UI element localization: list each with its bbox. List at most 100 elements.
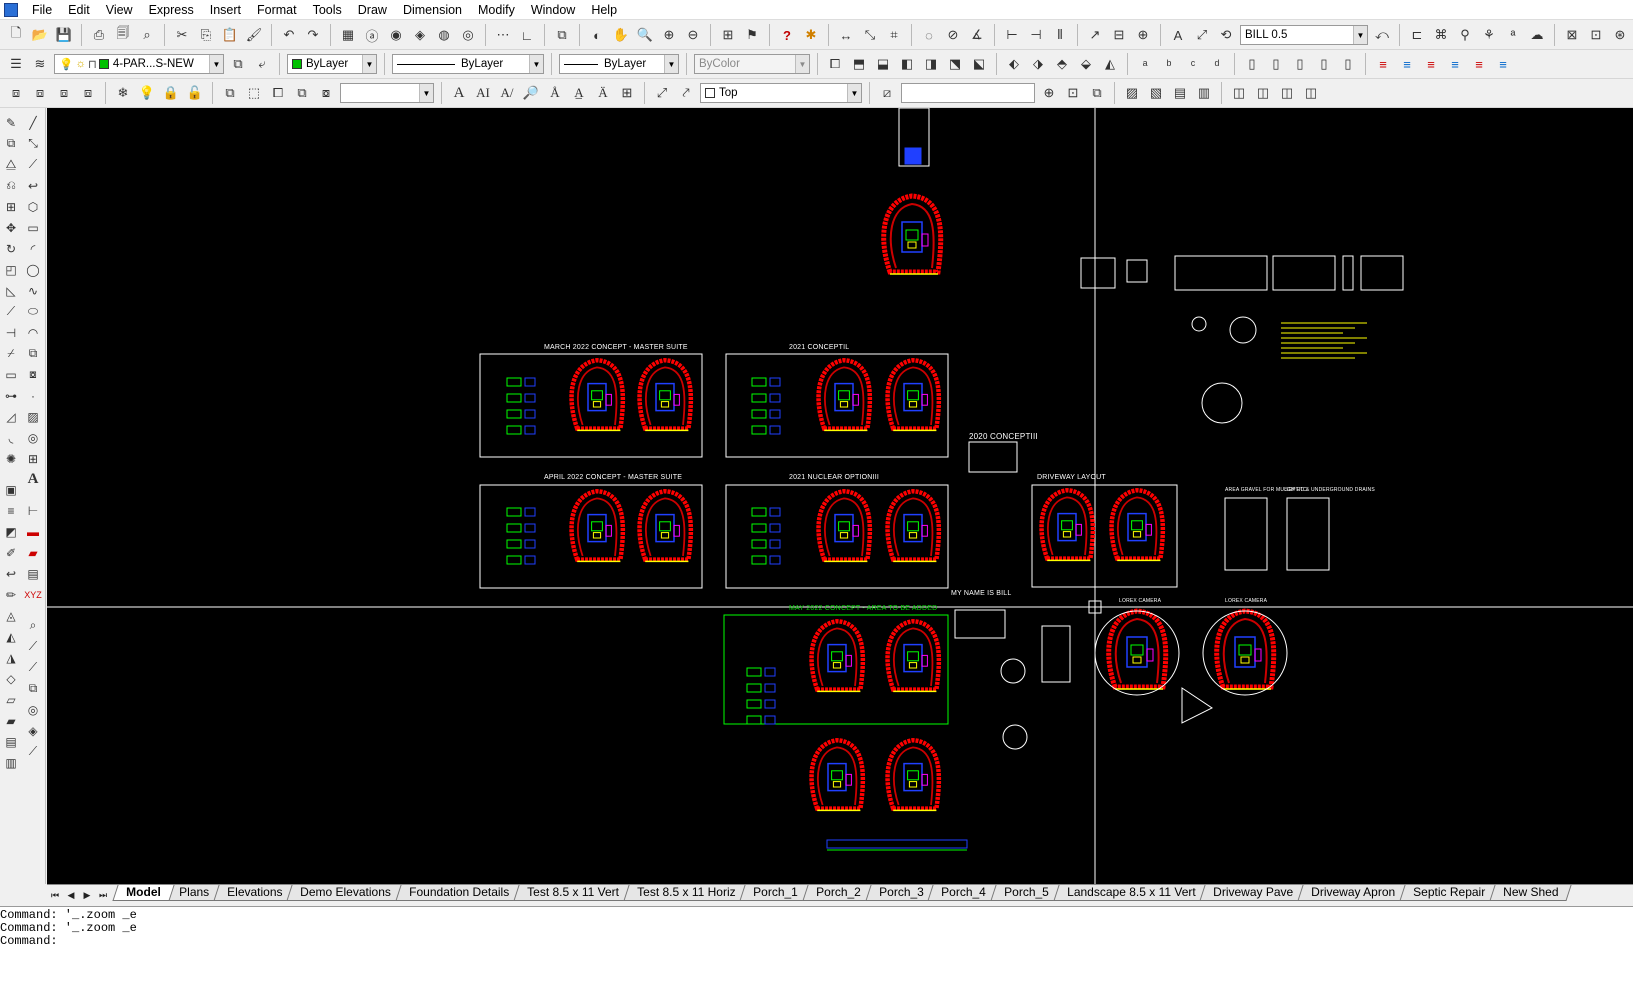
chevron-down-icon[interactable]: ▼ [529, 55, 543, 73]
viewport-4-icon[interactable]: ⧉ [291, 82, 313, 104]
express-icon[interactable]: ⊡ [1585, 24, 1607, 46]
sw-iso-icon[interactable]: ⬖ [1003, 53, 1025, 75]
realtime-pan-icon[interactable]: ✋ [610, 24, 632, 46]
layer-previous-icon[interactable]: ⤶ [251, 53, 273, 75]
ellipse-icon[interactable]: ⬭ [23, 301, 43, 322]
tab-porch-3[interactable]: Porch_3 [864, 885, 937, 901]
inquiry-7-icon[interactable]: ⟋ [23, 741, 43, 762]
menu-insert[interactable]: Insert [202, 0, 249, 20]
insert-block-icon[interactable]: ⊕ [1038, 82, 1060, 104]
extend-icon[interactable]: ⊣ [1, 322, 21, 343]
ordinate-dimension-icon[interactable]: ⌗ [883, 24, 905, 46]
region-icon[interactable]: ▧ [1145, 82, 1167, 104]
view-front-icon[interactable]: ⬔ [944, 53, 966, 75]
linear-dimension-icon[interactable]: ↔ [835, 24, 857, 46]
layout-icon[interactable]: ⊏ [1406, 24, 1428, 46]
tab-porch-2[interactable]: Porch_2 [802, 885, 875, 901]
globe-icon[interactable]: ⊛ [1609, 24, 1631, 46]
xref-icon[interactable]: ⌘ [1430, 24, 1452, 46]
viewport-2-icon[interactable]: ⬚ [243, 82, 265, 104]
last-tab-icon[interactable]: ⏭ [95, 888, 111, 902]
shapes-2-icon[interactable]: ◭ [1, 626, 21, 647]
open-file-icon[interactable]: 📂 [29, 24, 51, 46]
continue-dimension-icon[interactable]: ⊣ [1025, 24, 1047, 46]
se-iso-icon[interactable]: ⬗ [1027, 53, 1049, 75]
properties-icon[interactable]: ⓐ [361, 24, 383, 46]
tab-model[interactable]: Model [112, 885, 175, 901]
region-tool-icon[interactable]: ◎ [23, 427, 43, 448]
ellipse-arc-icon[interactable]: ◠ [23, 322, 43, 343]
tab-porch-4[interactable]: Porch_4 [927, 885, 1000, 901]
diameter-dimension-icon[interactable]: ⊘ [942, 24, 964, 46]
insert-block-tool-icon[interactable]: ⧉ [23, 343, 43, 364]
menu-edit[interactable]: Edit [60, 0, 98, 20]
render-2-icon[interactable]: ◫ [1252, 82, 1274, 104]
viewport-1-icon[interactable]: ⧉ [219, 82, 241, 104]
tab-porch-5[interactable]: Porch_5 [990, 885, 1063, 901]
break-point-icon[interactable]: ⌿ [1, 343, 21, 364]
cloud-icon[interactable]: ☁ [1526, 24, 1548, 46]
angular-dimension-icon[interactable]: ∡ [966, 24, 988, 46]
sheet-3-icon[interactable]: ▯ [1289, 53, 1311, 75]
tool-palette-icon[interactable]: ◉ [385, 24, 407, 46]
make-block-tool-icon[interactable]: ⧇ [23, 364, 43, 385]
view-right-icon[interactable]: ◨ [920, 53, 942, 75]
chevron-down-icon[interactable]: ▼ [664, 55, 678, 73]
dim-edit-icon[interactable]: A [1167, 24, 1189, 46]
draworder-3-icon[interactable]: ≡ [1420, 53, 1442, 75]
shapes-1-icon[interactable]: ◬ [1, 605, 21, 626]
shapes-7-icon[interactable]: ▤ [1, 731, 21, 752]
tab-test-horiz[interactable]: Test 8.5 x 11 Horiz [623, 885, 749, 901]
match-properties-icon[interactable]: 🖌 [243, 24, 265, 46]
dim-update-icon[interactable]: ⟲ [1215, 24, 1237, 46]
draworder-5-icon[interactable]: ≡ [1468, 53, 1490, 75]
gradient-icon[interactable]: ▤ [1169, 82, 1191, 104]
cut-icon[interactable]: ✂ [171, 24, 193, 46]
join-icon[interactable]: ⊶ [1, 385, 21, 406]
tab-landscape-vert[interactable]: Landscape 8.5 x 11 Vert [1053, 885, 1209, 901]
render-3-icon[interactable]: ◫ [1276, 82, 1298, 104]
first-tab-icon[interactable]: ⏮ [47, 888, 63, 902]
center-mark-icon[interactable]: ⊕ [1132, 24, 1154, 46]
abc-icon[interactable]: ª [1502, 24, 1524, 46]
view-left-icon[interactable]: ◧ [896, 53, 918, 75]
dim-style-manager-icon[interactable]: ⤺ [1371, 24, 1393, 46]
view-top-icon[interactable]: ⬒ [848, 53, 870, 75]
undo-icon[interactable]: ↶ [278, 24, 300, 46]
chevron-down-icon[interactable]: ▼ [1353, 26, 1367, 44]
render-1-icon[interactable]: ◫ [1228, 82, 1250, 104]
fillet-icon[interactable]: ◟ [1, 427, 21, 448]
view-back-icon[interactable]: ⬕ [968, 53, 990, 75]
inquiry-1-icon[interactable]: ⌕ [23, 615, 43, 636]
table-tool-icon[interactable]: ⊞ [23, 448, 43, 469]
tab-driveway-pave[interactable]: Driveway Pave [1199, 885, 1307, 901]
leader-icon[interactable]: ↗ [1084, 24, 1106, 46]
shapes-5-icon[interactable]: ▱ [1, 689, 21, 710]
new-file-icon[interactable]: 🗋 [5, 24, 27, 46]
hatch-icon[interactable]: ▨ [1121, 82, 1143, 104]
model-space-canvas[interactable]: MARCH 2022 CONCEPT - MASTER SUITE 2021 C… [47, 108, 1633, 884]
spell-check-icon[interactable]: Å [544, 82, 566, 104]
pen-icon[interactable]: ✐ [1, 542, 21, 563]
refedit-icon[interactable]: ⚘ [1478, 24, 1500, 46]
text-mask-icon[interactable]: ᵈ [1206, 53, 1228, 75]
previous-tab-icon[interactable]: ◀ [63, 888, 79, 902]
polygon-icon[interactable]: ⬡ [23, 196, 43, 217]
sheet-4-icon[interactable]: ▯ [1313, 53, 1335, 75]
tolerance-icon[interactable]: ⊟ [1108, 24, 1130, 46]
inquiry-3-icon[interactable]: ⟋ [23, 657, 43, 678]
circle-icon[interactable]: ◯ [23, 259, 43, 280]
layer-manager-icon[interactable]: ☰ [5, 53, 27, 75]
ucs-previous-icon[interactable]: ⤤ [675, 82, 697, 104]
orbit-icon[interactable]: ◐ [586, 24, 608, 46]
arc-icon[interactable]: ◜ [23, 238, 43, 259]
viewport-icon[interactable]: ⧉ [551, 24, 573, 46]
polyline-edit-icon[interactable]: ↩ [23, 175, 43, 196]
dim-tool-2-icon[interactable]: ▬ [23, 521, 43, 542]
copy-object-icon[interactable]: ⧉ [1, 133, 21, 154]
lineweight-combo[interactable]: ByLayer ▼ [559, 54, 679, 74]
menu-express[interactable]: Express [141, 0, 202, 20]
scale-icon[interactable]: ◰ [1, 259, 21, 280]
point-icon[interactable]: · [23, 385, 43, 406]
publish-icon[interactable]: ⌕ [136, 24, 158, 46]
